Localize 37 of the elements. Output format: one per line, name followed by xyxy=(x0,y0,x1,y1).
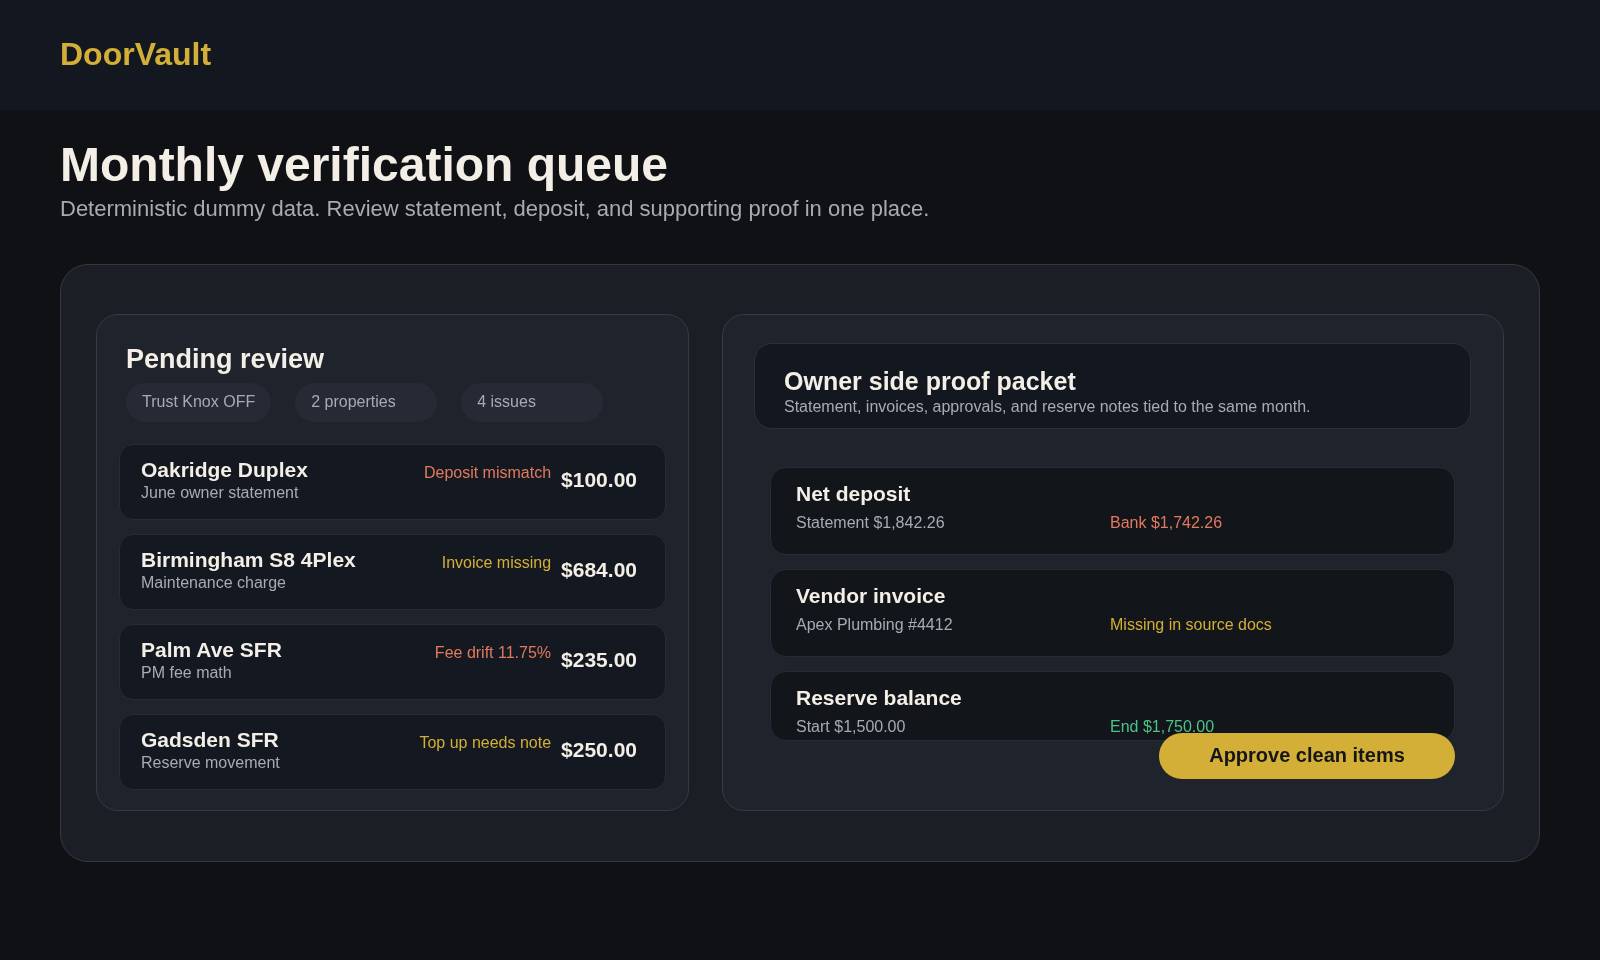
item-detail: PM fee math xyxy=(141,664,233,683)
amount: $235.00 xyxy=(561,648,637,672)
amount: $100.00 xyxy=(561,468,637,492)
proof-value: Statement $1,842.26 xyxy=(796,513,946,532)
filter-chip: 2 properties xyxy=(295,383,438,422)
issue-label: Invoice missing xyxy=(441,554,552,572)
proof-title: Net deposit xyxy=(796,481,912,506)
review-item[interactable]: Oakridge Duplex June owner statement Deposit mismatch $100.00 xyxy=(119,444,666,520)
proof-value: Apex Plumbing #4412 xyxy=(796,615,954,634)
panel-title: Pending review xyxy=(126,342,326,375)
item-detail: Reserve movement xyxy=(141,754,281,773)
property-name: Oakridge Duplex xyxy=(141,457,309,483)
page-subtitle: Deterministic dummy data. Review statement, deposit, and supporting proof in one place. xyxy=(60,195,931,222)
amount: $684.00 xyxy=(561,558,637,582)
property-name: Palm Ave SFR xyxy=(141,637,283,663)
brand-logo: DoorVault xyxy=(60,35,212,73)
review-item[interactable]: Birmingham S8 4Plex Maintenance charge Invoice missing $684.00 xyxy=(119,534,666,610)
proof-status: Bank $1,742.26 xyxy=(1110,513,1224,532)
packet-subtitle: Statement, invoices, approvals, and reserve notes tied to the same month. xyxy=(784,397,1312,416)
packet-title: Owner side proof packet xyxy=(784,365,1077,396)
review-item[interactable]: Palm Ave SFR PM fee math Fee drift 11.75% $235.00 xyxy=(119,624,666,700)
filter-chip: 4 issues xyxy=(461,383,604,422)
amount: $250.00 xyxy=(561,738,637,762)
proof-title: Vendor invoice xyxy=(796,583,947,608)
property-name: Birmingham S8 4Plex xyxy=(141,547,357,573)
proof-status: Missing in source docs xyxy=(1110,615,1273,634)
proof-value: Start $1,500.00 xyxy=(796,717,907,736)
item-detail: June owner statement xyxy=(141,484,300,503)
property-name: Gadsden SFR xyxy=(141,727,280,753)
issue-label: Fee drift 11.75% xyxy=(434,644,552,662)
review-item[interactable]: Gadsden SFR Reserve movement Top up needs note $250.00 xyxy=(119,714,666,790)
item-detail: Maintenance charge xyxy=(141,574,287,593)
proof-title: Reserve balance xyxy=(796,685,963,710)
page-title: Monthly verification queue xyxy=(60,137,670,193)
filter-chip: Trust Knox OFF xyxy=(126,383,272,422)
issue-label: Top up needs note xyxy=(419,734,552,752)
issue-label: Deposit mismatch xyxy=(423,464,552,482)
